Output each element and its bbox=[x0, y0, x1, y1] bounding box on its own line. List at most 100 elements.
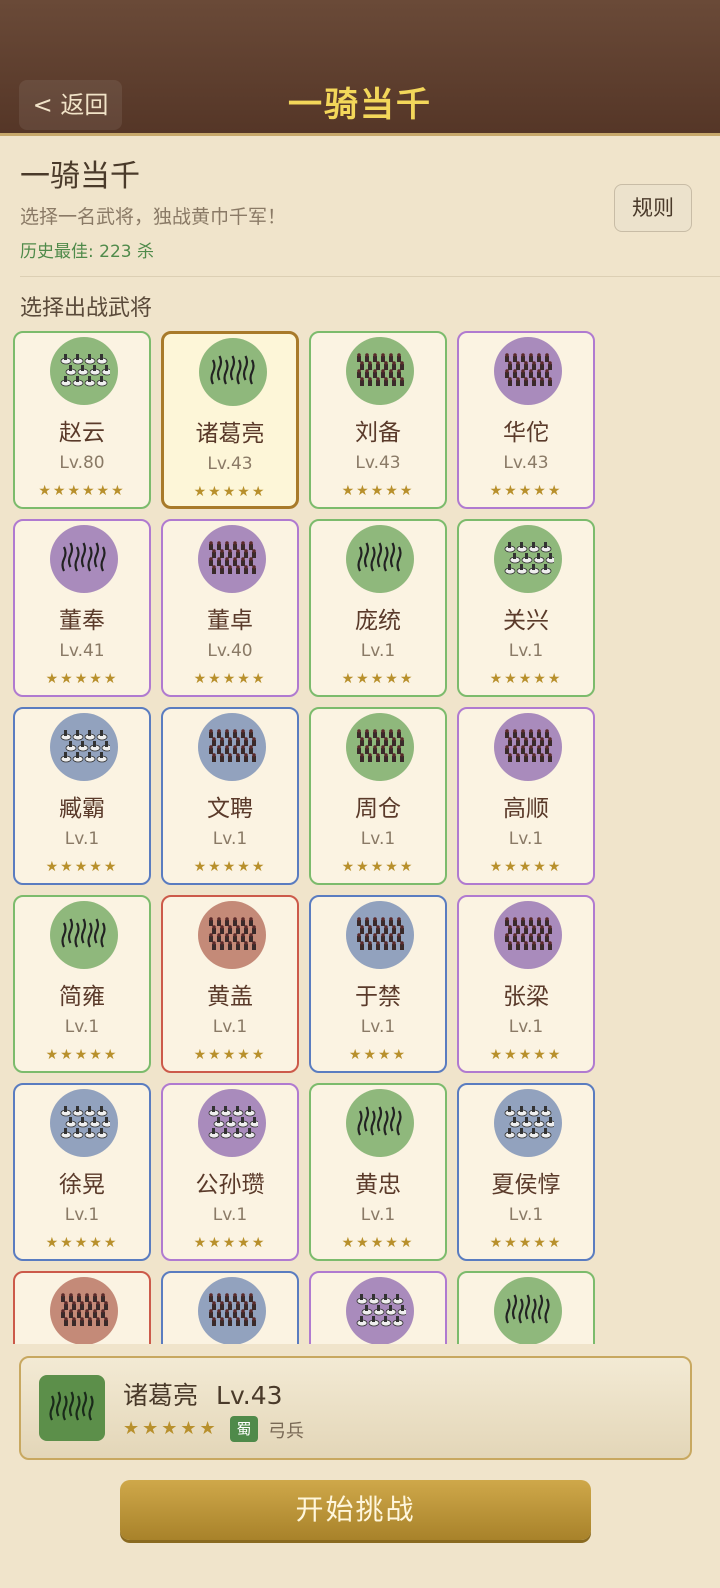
general-name: 张梁 bbox=[503, 984, 549, 1010]
general-level: Lv.1 bbox=[508, 1205, 544, 1225]
general-stars: ★★★★★ bbox=[193, 1235, 267, 1251]
archer-troop-icon bbox=[49, 1391, 94, 1421]
general-name: 赵云 bbox=[59, 420, 105, 446]
general-name: 徐晃 bbox=[59, 1172, 105, 1198]
selected-general-name: 诸葛亮 Lv.43 bbox=[123, 1376, 283, 1412]
general-avatar bbox=[494, 1277, 562, 1344]
selected-level-text: Lv.43 bbox=[216, 1381, 283, 1410]
general-level: Lv.1 bbox=[64, 1205, 100, 1225]
infantry-troop-icon bbox=[505, 917, 552, 950]
archer-troop-icon bbox=[357, 542, 402, 572]
cavalry-troop-icon bbox=[60, 730, 110, 763]
general-card[interactable]: 于禁 Lv.1 ★★★★ bbox=[309, 895, 447, 1073]
general-name: 华佗 bbox=[503, 420, 549, 446]
general-card[interactable]: 黄忠 Lv.1 ★★★★★ bbox=[309, 1083, 447, 1261]
general-card[interactable]: 臧霸 Lv.1 ★★★★★ bbox=[13, 707, 151, 885]
divider bbox=[20, 276, 720, 277]
general-stars: ★★★★★ bbox=[489, 859, 563, 875]
general-card[interactable]: 赵云 Lv.80 ★★★★★★ bbox=[13, 331, 151, 509]
general-level: Lv.1 bbox=[508, 1017, 544, 1037]
general-avatar bbox=[346, 1277, 414, 1344]
general-name: 于禁 bbox=[355, 984, 401, 1010]
general-avatar bbox=[346, 901, 414, 969]
general-avatar bbox=[198, 901, 266, 969]
general-stars: ★★★★★ bbox=[341, 859, 415, 875]
general-level: Lv.1 bbox=[64, 1017, 100, 1037]
general-stars: ★★★★ bbox=[348, 1047, 408, 1063]
general-avatar bbox=[50, 337, 118, 405]
selected-general-panel: 诸葛亮 Lv.43 ★★★★★ 蜀 弓兵 bbox=[19, 1356, 692, 1460]
general-card[interactable]: 刘备 Lv.43 ★★★★★ bbox=[309, 331, 447, 509]
general-level: Lv.1 bbox=[508, 641, 544, 661]
general-avatar bbox=[198, 1277, 266, 1344]
general-stars: ★★★★★ bbox=[45, 859, 119, 875]
start-challenge-button[interactable]: 开始挑战 bbox=[120, 1480, 591, 1540]
general-avatar bbox=[50, 1089, 118, 1157]
general-card[interactable]: 关兴 Lv.1 ★★★★★ bbox=[457, 519, 595, 697]
cavalry-troop-icon bbox=[60, 354, 110, 387]
general-avatar bbox=[50, 713, 118, 781]
cavalry-troop-icon bbox=[504, 542, 554, 575]
general-card[interactable]: 周仓 Lv.1 ★★★★★ bbox=[309, 707, 447, 885]
general-avatar bbox=[198, 713, 266, 781]
general-card[interactable]: 黄盖 Lv.1 ★★★★★ bbox=[161, 895, 299, 1073]
general-level: Lv.1 bbox=[212, 829, 248, 849]
general-card[interactable]: 公孙瓒 Lv.1 ★★★★★ bbox=[161, 1083, 299, 1261]
general-level: Lv.43 bbox=[207, 454, 253, 474]
general-level: Lv.43 bbox=[503, 453, 549, 473]
general-card[interactable]: 庞统 Lv.1 ★★★★★ bbox=[309, 519, 447, 697]
general-stars: ★★★★★ bbox=[489, 671, 563, 687]
general-stars: ★★★★★ bbox=[341, 483, 415, 499]
general-card[interactable]: 华佗 Lv.43 ★★★★★ bbox=[457, 331, 595, 509]
general-card[interactable] bbox=[13, 1271, 151, 1344]
general-level: Lv.80 bbox=[59, 453, 105, 473]
general-grid-scroll[interactable]: 赵云 Lv.80 ★★★★★★ 诸葛亮 Lv.43 ★★★★★ 刘备 Lv.43 ★★★★★ 华佗… bbox=[0, 330, 720, 1344]
general-avatar bbox=[199, 338, 267, 406]
general-card[interactable] bbox=[161, 1271, 299, 1344]
general-name: 刘备 bbox=[355, 420, 401, 446]
top-bar: < 返回 一骑当千 bbox=[0, 0, 720, 136]
general-stars: ★★★★★ bbox=[193, 1047, 267, 1063]
general-grid: 赵云 Lv.80 ★★★★★★ 诸葛亮 Lv.43 ★★★★★ 刘备 Lv.43 ★★★★★ 华佗… bbox=[13, 331, 595, 1344]
general-card[interactable]: 董卓 Lv.40 ★★★★★ bbox=[161, 519, 299, 697]
general-level: Lv.1 bbox=[64, 829, 100, 849]
general-level: Lv.40 bbox=[207, 641, 253, 661]
general-avatar bbox=[346, 337, 414, 405]
general-name: 文聘 bbox=[207, 796, 253, 822]
general-card[interactable]: 高顺 Lv.1 ★★★★★ bbox=[457, 707, 595, 885]
general-name: 简雍 bbox=[59, 984, 105, 1010]
general-card[interactable]: 张梁 Lv.1 ★★★★★ bbox=[457, 895, 595, 1073]
general-avatar bbox=[50, 1277, 118, 1344]
general-card[interactable]: 董奉 Lv.41 ★★★★★ bbox=[13, 519, 151, 697]
general-stars: ★★★★★ bbox=[193, 671, 267, 687]
general-name: 周仓 bbox=[355, 796, 401, 822]
general-avatar bbox=[346, 1089, 414, 1157]
general-card[interactable]: 文聘 Lv.1 ★★★★★ bbox=[161, 707, 299, 885]
selected-stars: ★★★★★ bbox=[123, 1418, 219, 1439]
general-card[interactable] bbox=[457, 1271, 595, 1344]
rules-button[interactable]: 规则 bbox=[614, 184, 692, 232]
general-stars: ★★★★★ bbox=[489, 1235, 563, 1251]
general-avatar bbox=[50, 525, 118, 593]
general-name: 夏侯惇 bbox=[491, 1172, 561, 1198]
general-level: Lv.1 bbox=[212, 1205, 248, 1225]
general-stars: ★★★★★ bbox=[45, 1235, 119, 1251]
general-level: Lv.1 bbox=[508, 829, 544, 849]
general-avatar bbox=[494, 901, 562, 969]
general-card[interactable]: 简雍 Lv.1 ★★★★★ bbox=[13, 895, 151, 1073]
general-level: Lv.1 bbox=[360, 1205, 396, 1225]
infantry-troop-icon bbox=[357, 729, 404, 762]
general-stars: ★★★★★ bbox=[193, 484, 267, 500]
general-avatar bbox=[346, 713, 414, 781]
infantry-troop-icon bbox=[209, 541, 256, 574]
cavalry-troop-icon bbox=[60, 1106, 110, 1139]
section-label: 选择出战武将 bbox=[20, 296, 153, 321]
general-card[interactable]: 诸葛亮 Lv.43 ★★★★★ bbox=[161, 331, 299, 509]
general-name: 庞统 bbox=[355, 608, 401, 634]
general-card[interactable]: 夏侯惇 Lv.1 ★★★★★ bbox=[457, 1083, 595, 1261]
infantry-troop-icon bbox=[209, 729, 256, 762]
general-card[interactable] bbox=[309, 1271, 447, 1344]
general-card[interactable]: 徐晃 Lv.1 ★★★★★ bbox=[13, 1083, 151, 1261]
general-avatar bbox=[494, 1089, 562, 1157]
general-name: 董卓 bbox=[207, 608, 253, 634]
